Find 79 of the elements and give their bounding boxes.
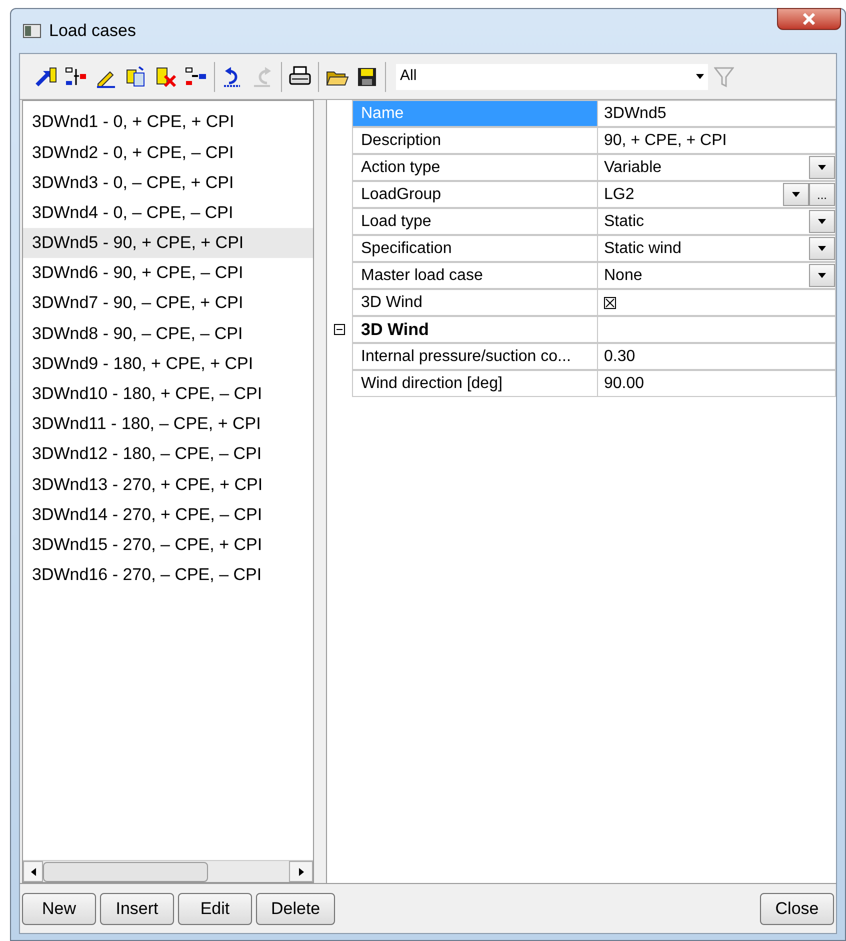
property-name[interactable]: Master load case: [352, 262, 598, 289]
load-case-item[interactable]: 3DWnd3 - 0, – CPE, + CPI: [23, 167, 313, 198]
dropdown-button[interactable]: [809, 210, 835, 233]
collapse-icon[interactable]: [334, 324, 345, 335]
property-value: 3DWnd5: [604, 104, 668, 124]
property-name[interactable]: LoadGroup: [352, 181, 598, 208]
add-arrow-icon[interactable]: [34, 64, 58, 88]
property-value-cell[interactable]: [598, 316, 836, 343]
dropdown-arrow-icon: [818, 273, 826, 278]
dropdown-arrow-icon: [818, 165, 826, 170]
property-value: 90.00: [604, 374, 646, 394]
property-value: Variable: [604, 158, 663, 178]
dialog-button[interactable]: Edit: [178, 892, 252, 924]
load-case-item[interactable]: 3DWnd7 - 90, – CPE, + CPI: [23, 288, 313, 318]
property-value-cell[interactable]: Static wind: [598, 235, 836, 262]
load-case-item[interactable]: 3DWnd11 - 180, – CPE, + CPI: [23, 408, 313, 440]
property-value-cell[interactable]: 90.00: [598, 370, 836, 397]
horizontal-scrollbar[interactable]: [23, 860, 313, 882]
property-value-cell[interactable]: Variable: [598, 154, 836, 181]
property-value-cell[interactable]: 3DWnd5: [598, 100, 836, 127]
close-window-button[interactable]: [777, 8, 841, 30]
dialog-button[interactable]: Insert: [100, 892, 174, 924]
checked-box-icon[interactable]: [604, 296, 616, 308]
filter-dropdown[interactable]: All: [396, 64, 708, 90]
property-value: Static: [604, 212, 646, 232]
load-case-item[interactable]: 3DWnd8 - 90, – CPE, – CPI: [23, 318, 313, 348]
property-value-cell[interactable]: Static: [598, 208, 836, 235]
dropdown-button[interactable]: [809, 264, 835, 287]
scroll-left-button[interactable]: [23, 861, 43, 882]
property-name[interactable]: Internal pressure/suction co...: [352, 343, 598, 370]
window-title: Load cases: [49, 20, 136, 42]
dropdown-arrow-icon: [792, 192, 800, 197]
load-case-item[interactable]: 3DWnd5 - 90, + CPE, + CPI: [23, 228, 313, 258]
load-case-item[interactable]: 3DWnd12 - 180, – CPE, – CPI: [23, 439, 313, 470]
load-case-item[interactable]: 3DWnd4 - 0, – CPE, – CPI: [23, 198, 313, 228]
ellipsis-button[interactable]: ...: [809, 183, 835, 206]
load-case-item[interactable]: 3DWnd14 - 270, + CPE, – CPI: [23, 499, 313, 530]
property-value-cell[interactable]: 90, + CPE, + CPI: [598, 127, 836, 154]
property-value-cell[interactable]: [598, 289, 836, 316]
close-icon: [802, 13, 816, 25]
load-case-item[interactable]: 3DWnd2 - 0, + CPE, – CPI: [23, 137, 313, 168]
load-case-item[interactable]: 3DWnd13 - 270, + CPE, + CPI: [23, 469, 313, 500]
property-value-cell[interactable]: LG2 ...: [598, 181, 836, 208]
filter-value: All: [400, 66, 418, 86]
property-name[interactable]: Wind direction [deg]: [352, 370, 598, 397]
property-name[interactable]: Description: [352, 127, 598, 154]
property-value: LG2: [604, 184, 636, 204]
property-value-cell[interactable]: 0.30: [598, 343, 836, 370]
load-case-item[interactable]: 3DWnd6 - 90, + CPE, – CPI: [23, 258, 313, 288]
property-value-cell[interactable]: None: [598, 262, 836, 289]
property-value: 0.30: [604, 346, 636, 366]
property-value: None: [604, 266, 644, 286]
property-name[interactable]: Load type: [352, 208, 598, 235]
dialog-button[interactable]: New: [22, 892, 96, 924]
load-case-item[interactable]: 3DWnd9 - 180, + CPE, + CPI: [23, 348, 313, 379]
load-case-item[interactable]: 3DWnd1 - 0, + CPE, + CPI: [23, 107, 313, 138]
load-case-item[interactable]: 3DWnd15 - 270, – CPE, + CPI: [23, 530, 313, 560]
load-case-item[interactable]: 3DWnd10 - 180, + CPE, – CPI: [23, 378, 313, 409]
scroll-thumb[interactable]: [43, 862, 208, 882]
right-arrow-icon: [298, 868, 304, 876]
property-value: 90, + CPE, + CPI: [604, 130, 728, 150]
property-name[interactable]: 3D Wind: [352, 289, 598, 316]
dropdown-button[interactable]: [783, 183, 809, 206]
property-name[interactable]: Action type: [352, 154, 598, 181]
window-app-icon: [23, 24, 41, 38]
dropdown-arrow-icon: [818, 246, 826, 251]
property-name[interactable]: 3D Wind: [352, 316, 598, 343]
left-arrow-icon: [30, 868, 36, 876]
property-name[interactable]: Specification: [352, 235, 598, 262]
dropdown-arrow-icon: [818, 219, 826, 224]
scroll-right-button[interactable]: [289, 861, 313, 882]
dropdown-arrow-icon: [696, 74, 704, 79]
dialog-button[interactable]: Delete: [256, 892, 336, 924]
dropdown-button[interactable]: [809, 237, 835, 260]
delete-document-icon[interactable]: [154, 64, 178, 88]
load-case-item[interactable]: 3DWnd16 - 270, – CPE, – CPI: [23, 560, 313, 590]
dialog-button[interactable]: Close: [760, 892, 834, 924]
property-value: Static wind: [604, 238, 682, 258]
dropdown-button[interactable]: [809, 156, 835, 179]
